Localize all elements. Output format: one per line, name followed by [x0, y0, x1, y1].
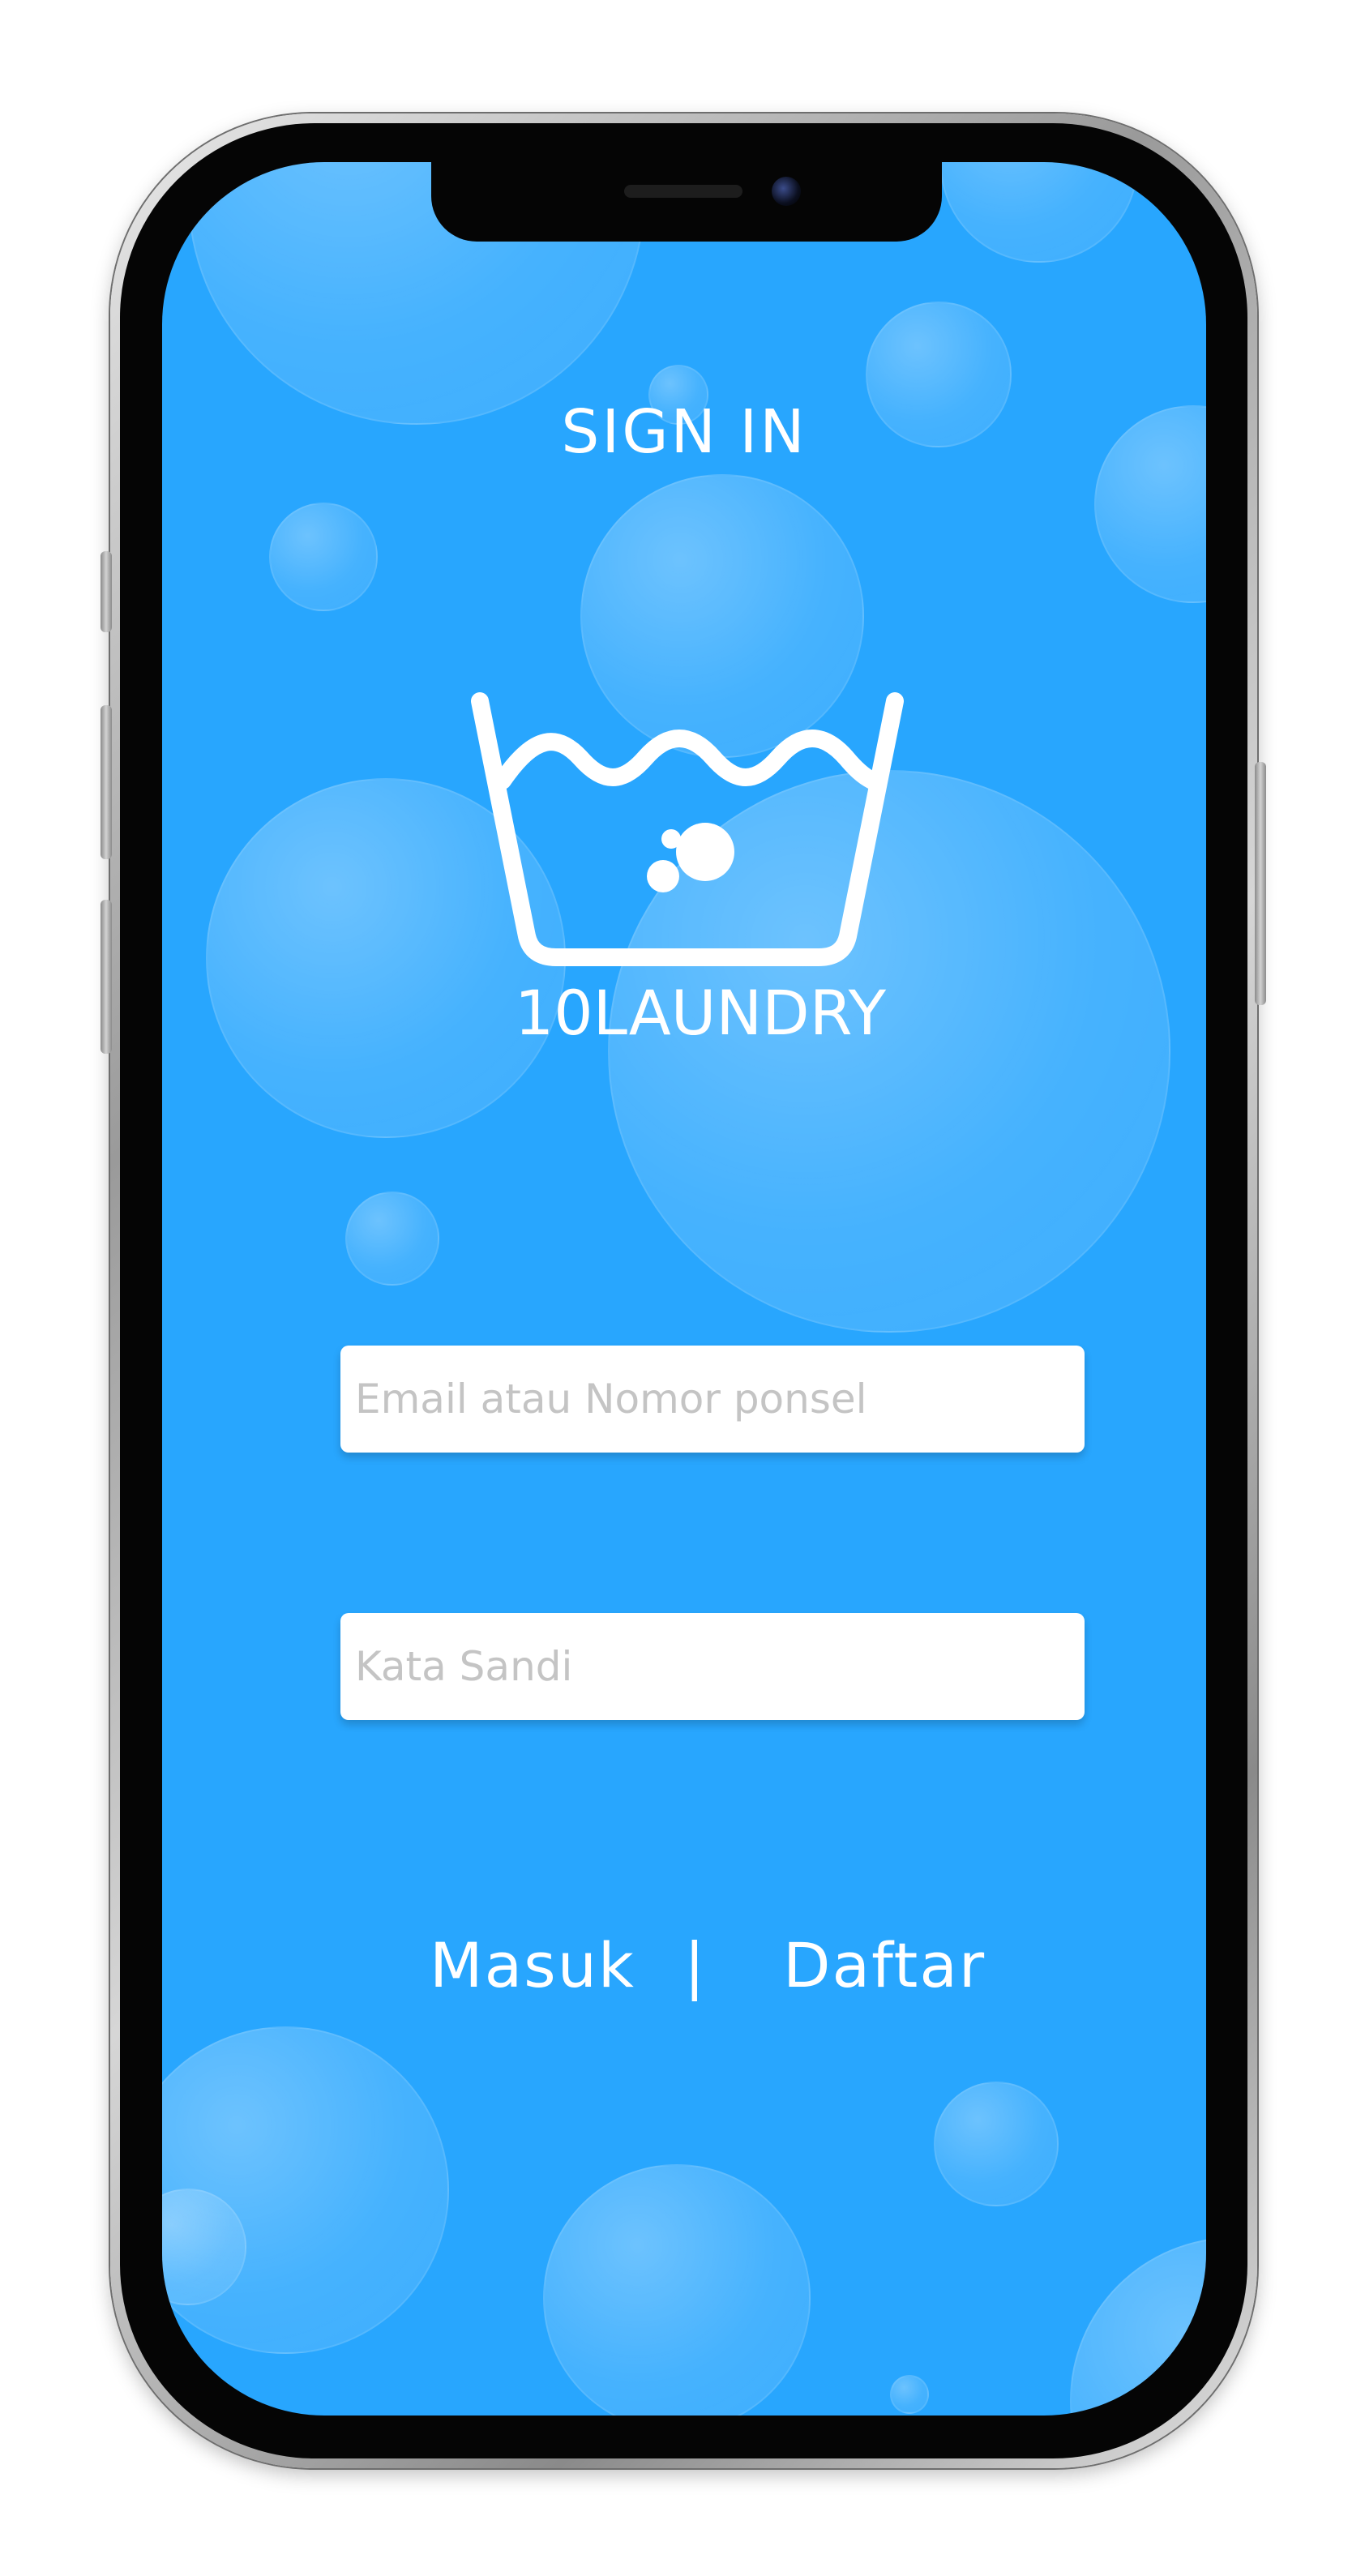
login-button[interactable]: Masuk: [430, 1929, 635, 2001]
bubble: [543, 2164, 811, 2416]
auth-actions: Masuk | Daftar: [162, 1929, 1206, 2018]
device-mockup: SIGN IN 10LAUNDRY Masuk | Daftar: [0, 0, 1365, 2576]
email-field[interactable]: [340, 1346, 1085, 1453]
app-screen: SIGN IN 10LAUNDRY Masuk | Daftar: [162, 162, 1206, 2416]
washbasin-icon: [471, 692, 904, 966]
register-button[interactable]: Daftar: [783, 1929, 986, 2001]
bubble: [162, 2026, 449, 2354]
power-button: [1255, 762, 1266, 1005]
volume-down-button: [101, 900, 112, 1054]
action-separator: |: [684, 1929, 707, 2001]
bubble: [934, 2082, 1059, 2206]
action-button: [101, 551, 112, 632]
brand-name: 10LAUNDRY: [514, 977, 887, 1049]
volume-up-button: [101, 705, 112, 859]
page-title: SIGN IN: [561, 397, 807, 467]
bubble: [345, 1192, 439, 1286]
bubble: [940, 162, 1138, 263]
password-field[interactable]: [340, 1613, 1085, 1720]
notch: [431, 162, 942, 242]
front-camera-icon: [772, 177, 801, 206]
bubble: [1070, 2237, 1206, 2416]
bubble: [269, 503, 378, 611]
bubble: [890, 2375, 929, 2414]
speaker-grille: [624, 185, 742, 198]
